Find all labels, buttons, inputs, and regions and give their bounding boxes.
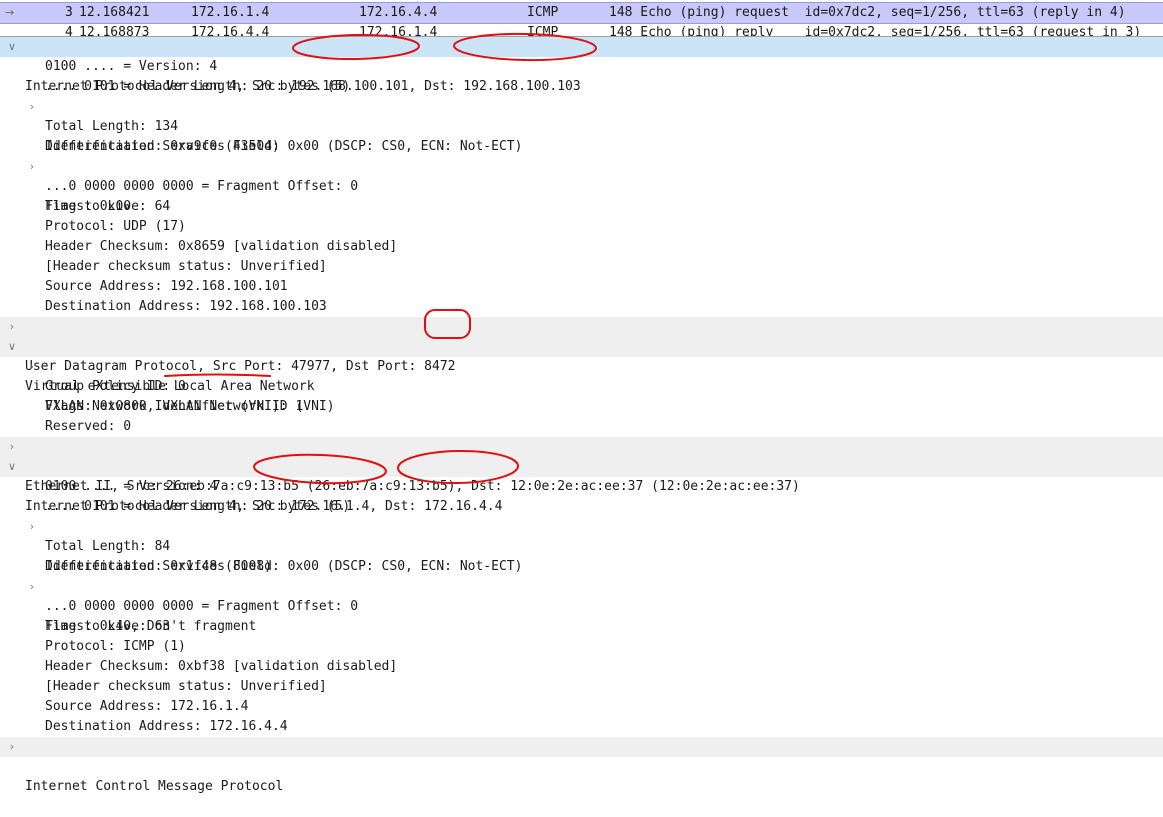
ipv4-total-length-field[interactable]: Total Length: 84 [0,537,1163,557]
ipv4-flags-node[interactable]: › Flags: 0x00 [0,157,1163,214]
chevron-right-icon[interactable]: › [6,437,18,457]
field-label: Group Policy ID: 0 [45,379,186,394]
field-label: Total Length: 134 [45,119,179,134]
ipv4-total-length-field[interactable]: Total Length: 134 [0,117,1163,137]
related-packet-arrow-icon: → [5,6,15,19]
ipv4-header-length-field[interactable]: .... 0101 = Header Length: 20 bytes (5) [0,497,1163,517]
packet-list: → 3 12.168421 172.16.1.4 172.16.4.4 ICMP… [0,0,1163,36]
field-label: ...0 0000 0000 0000 = Fragment Offset: 0 [45,599,359,614]
ipv4-source-field[interactable]: Source Address: 172.16.1.4 [0,697,1163,717]
field-label: Identification: 0x1f48 (8008) [45,559,272,574]
chevron-right-icon[interactable]: › [26,97,38,117]
vxlan-group-policy-field[interactable]: Group Policy ID: 0 [0,377,1163,397]
ipv4-ttl-field[interactable]: Time to Live: 63 [0,617,1163,637]
ipv4-protocol-field[interactable]: Protocol: UDP (17) [0,217,1163,237]
outer-ipv4-header[interactable]: ∨ Internet Protocol Version 4, Src: 192.… [0,37,1163,94]
field-label: ...0 0000 0000 0000 = Fragment Offset: 0 [45,179,359,194]
field-label: 0100 .... = Version: 4 [45,479,218,494]
vxlan-vni-field[interactable]: VXLAN Network Identifier (VNI): 1 [0,397,1163,417]
ipv4-destination-field[interactable]: Destination Address: 192.168.100.103 [0,297,1163,317]
udp-header[interactable]: › User Datagram Protocol, Src Port: 4797… [0,317,1163,374]
node-label: Internet Control Message Protocol [25,779,284,794]
field-label: Identification: 0xa9f0 (43504) [45,139,280,154]
packet-destination: 172.16.1.4 [359,25,438,36]
chevron-down-icon[interactable]: ∨ [6,457,18,477]
field-label: .... 0101 = Header Length: 20 bytes (5) [45,499,351,514]
field-label: Source Address: 172.16.1.4 [45,699,249,714]
ipv4-header-length-field[interactable]: .... 0101 = Header Length: 20 bytes (5) [0,77,1163,97]
chevron-right-icon[interactable]: › [26,577,38,597]
ipv4-dsfield-node[interactable]: › Differentiated Services Field: 0x00 (D… [0,517,1163,574]
ipv4-identification-field[interactable]: Identification: 0xa9f0 (43504) [0,137,1163,157]
ipv4-checksum-status-field[interactable]: [Header checksum status: Unverified] [0,677,1163,697]
field-label: Header Checksum: 0xbf38 [validation disa… [45,659,398,674]
packet-protocol: ICMP [527,25,559,36]
ipv4-source-field[interactable]: Source Address: 192.168.100.101 [0,277,1163,297]
ipv4-fragment-offset-field[interactable]: ...0 0000 0000 0000 = Fragment Offset: 0 [0,177,1163,197]
packet-info: 148 Echo (ping) request id=0x7dc2, seq=1… [609,5,1126,20]
packet-time: 12.168873 [79,25,150,36]
ipv4-ttl-field[interactable]: Time to Live: 64 [0,197,1163,217]
ipv4-version-field[interactable]: 0100 .... = Version: 4 [0,57,1163,77]
field-label: Time to Live: 64 [45,199,171,214]
packet-source: 172.16.4.4 [191,25,270,36]
field-label: 0100 .... = Version: 4 [45,59,218,74]
chevron-right-icon[interactable]: › [26,517,38,537]
packet-time: 12.168421 [79,5,150,20]
field-label: Reserved: 0 [45,419,132,434]
packet-details-tree: ∨ Internet Protocol Version 4, Src: 192.… [0,37,1163,794]
packet-number: 4 [65,25,73,36]
field-label: Destination Address: 172.16.4.4 [45,719,288,734]
vxlan-header[interactable]: ∨ Virtual eXtensible Local Area Network [0,337,1163,394]
field-label: Header Checksum: 0x8659 [validation disa… [45,239,398,254]
packet-destination: 172.16.4.4 [359,5,438,20]
vxlan-reserved-field[interactable]: Reserved: 0 [0,417,1163,437]
packet-source: 172.16.1.4 [191,5,270,20]
packet-info: 148 Echo (ping) reply id=0x7dc2, seq=1/2… [609,25,1142,36]
ipv4-checksum-field[interactable]: Header Checksum: 0xbf38 [validation disa… [0,657,1163,677]
field-label: Destination Address: 192.168.100.103 [45,299,327,314]
packet-number: 3 [65,5,73,20]
ipv4-version-field[interactable]: 0100 .... = Version: 4 [0,477,1163,497]
field-label: Total Length: 84 [45,539,171,554]
packet-row-selected[interactable]: → 3 12.168421 172.16.1.4 172.16.4.4 ICMP… [0,2,1163,24]
icmp-header[interactable]: › Internet Control Message Protocol [0,737,1163,794]
field-label: Source Address: 192.168.100.101 [45,279,288,294]
ipv4-checksum-status-field[interactable]: [Header checksum status: Unverified] [0,257,1163,277]
field-label: Protocol: UDP (17) [45,219,186,234]
chevron-right-icon[interactable]: › [26,157,38,177]
ethernet-header[interactable]: › Ethernet II, Src: 26:eb:7a:c9:13:b5 (2… [0,437,1163,494]
ipv4-identification-field[interactable]: Identification: 0x1f48 (8008) [0,557,1163,577]
ipv4-fragment-offset-field[interactable]: ...0 0000 0000 0000 = Fragment Offset: 0 [0,597,1163,617]
ipv4-flags-node[interactable]: › Flags: 0x40, Don't fragment [0,577,1163,634]
chevron-right-icon[interactable]: › [6,317,18,337]
vxlan-flags-node[interactable]: › Flags: 0x0800, VXLAN Network ID (VNI) [0,357,1163,414]
packet-protocol: ICMP [527,5,559,20]
chevron-right-icon[interactable]: › [26,357,38,377]
ipv4-dsfield-node[interactable]: › Differentiated Services Field: 0x00 (D… [0,97,1163,154]
inner-ipv4-header[interactable]: ∨ Internet Protocol Version 4, Src: 172.… [0,457,1163,514]
field-label: VXLAN Network Identifier (VNI): 1 [45,399,304,414]
ipv4-destination-field[interactable]: Destination Address: 172.16.4.4 [0,717,1163,737]
field-label: [Header checksum status: Unverified] [45,259,327,274]
ipv4-checksum-field[interactable]: Header Checksum: 0x8659 [validation disa… [0,237,1163,257]
field-label: .... 0101 = Header Length: 20 bytes (5) [45,79,351,94]
packet-row-next[interactable]: 4 12.168873 172.16.4.4 172.16.1.4 ICMP 1… [0,23,1163,36]
ipv4-protocol-field[interactable]: Protocol: ICMP (1) [0,637,1163,657]
field-label: Time to Live: 63 [45,619,171,634]
chevron-right-icon[interactable]: › [6,737,18,757]
chevron-down-icon[interactable]: ∨ [6,337,18,357]
chevron-down-icon[interactable]: ∨ [6,37,18,57]
field-label: [Header checksum status: Unverified] [45,679,327,694]
field-label: Protocol: ICMP (1) [45,639,186,654]
